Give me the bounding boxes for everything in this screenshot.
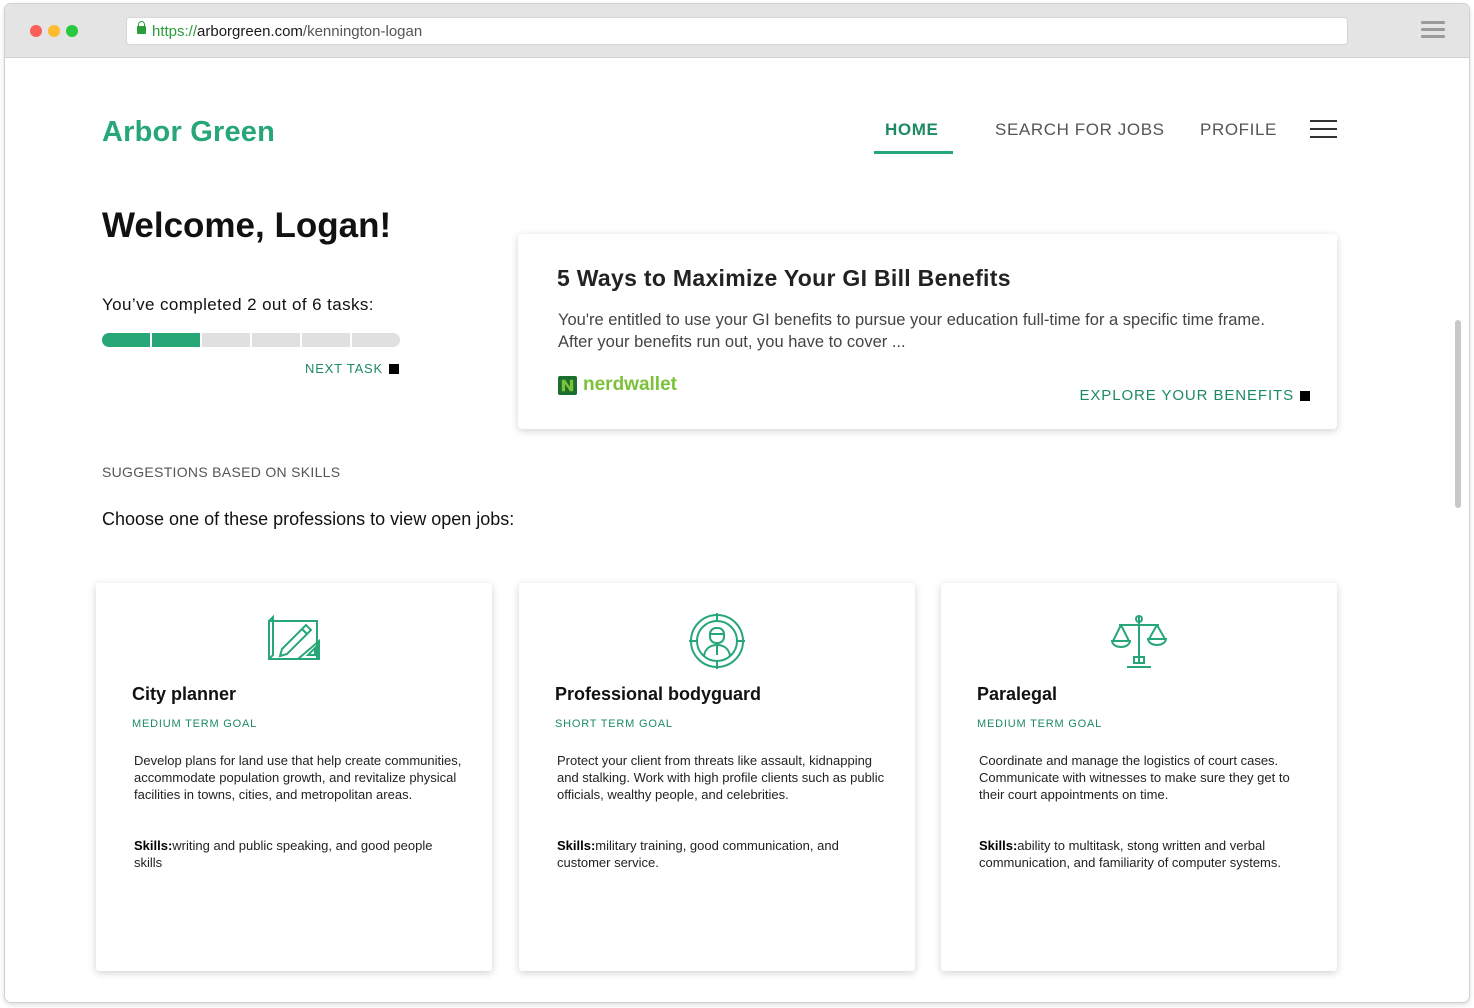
choose-prompt: Choose one of these professions to view …	[102, 509, 515, 529]
skills-text: writing and public speaking, and good pe…	[134, 838, 433, 870]
profession-card-city-planner[interactable]: City planner MEDIUM TERM GOAL Develop pl…	[96, 583, 492, 971]
suggestions-heading: SUGGESTIONS BASED ON SKILLS	[102, 464, 341, 480]
profession-card-paralegal[interactable]: Paralegal MEDIUM TERM GOAL Coordinate an…	[941, 583, 1337, 971]
nerdwallet-logo: nerdwallet	[558, 374, 677, 396]
nav-active-indicator	[874, 151, 953, 154]
skills-label: Skills:	[979, 838, 1018, 853]
progress-segment-incomplete	[252, 333, 300, 347]
progress-segment-complete	[102, 333, 150, 347]
card-title: City planner	[132, 684, 237, 704]
explore-benefits-link[interactable]: EXPLORE YOUR BENEFITS	[1079, 387, 1310, 404]
explore-benefits-label: EXPLORE YOUR BENEFITS	[1079, 387, 1294, 404]
progress-segment-incomplete	[352, 333, 400, 347]
browser-toolbar: https://arborgreen.com/kennington-logan	[5, 4, 1469, 58]
close-window-button[interactable]	[30, 25, 42, 37]
address-bar[interactable]: https://arborgreen.com/kennington-logan	[126, 17, 1348, 45]
progress-segment-complete	[152, 333, 200, 347]
browser-menu-icon[interactable]	[1421, 21, 1445, 39]
profession-card-bodyguard[interactable]: Professional bodyguard SHORT TERM GOAL P…	[519, 583, 915, 971]
progress-segment-incomplete	[202, 333, 250, 347]
card-goal: MEDIUM TERM GOAL	[977, 718, 1103, 730]
scales-of-justice-icon	[1110, 615, 1168, 668]
bodyguard-target-icon	[689, 613, 745, 669]
article-excerpt: You're entitled to use your GI benefits …	[558, 311, 1265, 351]
card-skills: Skills:military training, good communica…	[557, 837, 887, 871]
article-title[interactable]: 5 Ways to Maximize Your GI Bill Benefits	[557, 265, 1011, 292]
blueprint-icon	[268, 614, 320, 660]
lock-icon	[137, 21, 146, 34]
card-skills: Skills:writing and public speaking, and …	[134, 837, 464, 871]
card-title: Professional bodyguard	[555, 684, 762, 704]
url-domain: arborgreen.com	[197, 23, 303, 40]
next-task-label: NEXT TASK	[305, 361, 384, 376]
skills-label: Skills:	[134, 838, 173, 853]
browser-window: https://arborgreen.com/kennington-logan …	[5, 4, 1469, 1002]
task-progress-bar	[102, 333, 400, 347]
arrow-square-icon	[1300, 391, 1310, 401]
card-title: Paralegal	[977, 684, 1058, 704]
hamburger-menu-icon[interactable]	[1310, 120, 1337, 139]
nerdwallet-icon	[558, 375, 577, 395]
card-description: Protect your client from threats like as…	[557, 753, 885, 802]
arrow-square-icon	[389, 364, 400, 374]
url-path: /kennington-logan	[302, 23, 423, 40]
card-goal: SHORT TERM GOAL	[555, 718, 673, 730]
card-description: Coordinate and manage the logistics of c…	[979, 753, 1290, 802]
site-logo[interactable]: Arbor Green	[102, 116, 275, 149]
welcome-heading: Welcome, Logan!	[102, 206, 392, 245]
progress-label: You’ve completed 2 out of 6 tasks:	[102, 295, 374, 314]
page-content: Arbor Green HOME SEARCH FOR JOBS PROFILE…	[5, 59, 1469, 1002]
card-skills: Skills:ability to multitask, stong writt…	[979, 837, 1309, 871]
skills-label: Skills:	[557, 838, 596, 853]
minimize-window-button[interactable]	[48, 25, 60, 37]
nav-home[interactable]: HOME	[885, 120, 938, 140]
nav-search-for-jobs[interactable]: SEARCH FOR JOBS	[995, 120, 1165, 140]
article-card[interactable]: 5 Ways to Maximize Your GI Bill Benefits…	[518, 234, 1337, 429]
skills-text: ability to multitask, stong written and …	[979, 838, 1281, 870]
card-description: Develop plans for land use that help cre…	[134, 753, 462, 802]
progress-segment-incomplete	[302, 333, 350, 347]
maximize-window-button[interactable]	[66, 25, 78, 37]
nav-profile[interactable]: PROFILE	[1200, 120, 1277, 140]
url-text: https://arborgreen.com/kennington-logan	[152, 23, 422, 40]
skills-text: military training, good communication, a…	[557, 838, 839, 870]
card-goal: MEDIUM TERM GOAL	[132, 718, 258, 730]
next-task-link[interactable]: NEXT TASK	[305, 361, 400, 376]
url-scheme: https://	[152, 23, 198, 40]
nerdwallet-wordmark: nerdwallet	[583, 374, 677, 395]
